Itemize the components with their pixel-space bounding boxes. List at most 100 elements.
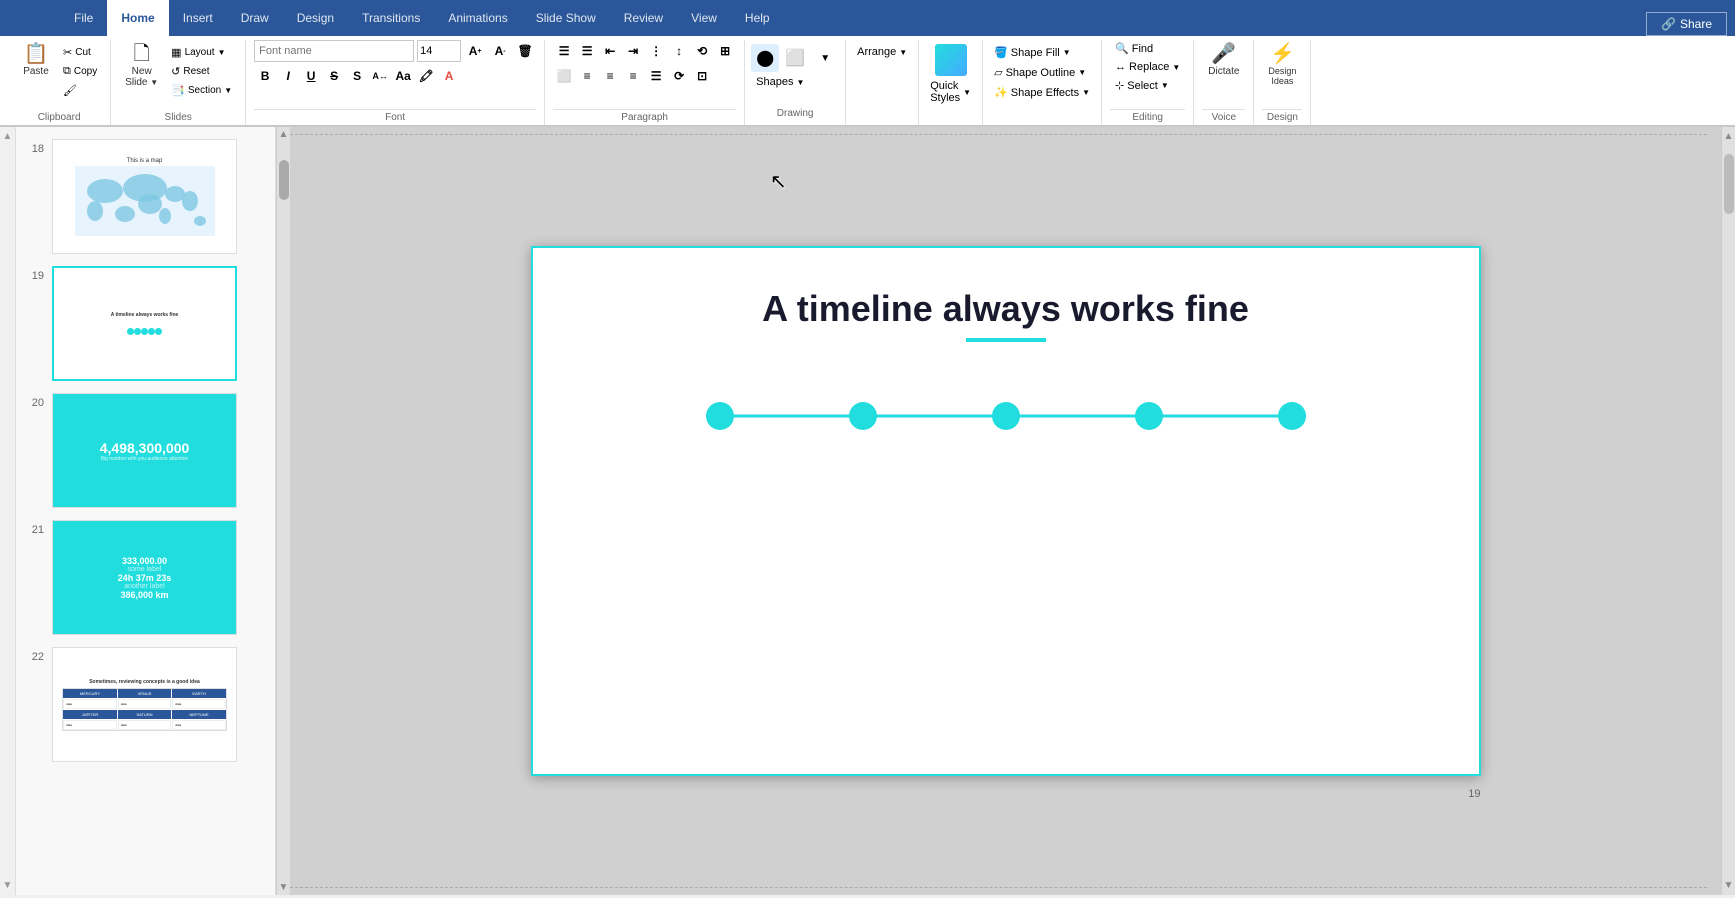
font-group: A+ A- 🗑 B I U S S A↔ Aa 🖍 A Font (246, 40, 545, 125)
layout-button[interactable]: ▦ Layout ▼ (166, 44, 237, 61)
share-button[interactable]: 🔗 Share (1646, 12, 1727, 36)
slide-thumb-19[interactable]: 19 A timeline always works fine (20, 262, 271, 385)
shape-effects-button[interactable]: ✨ Shape Effects ▼ (989, 84, 1095, 101)
underline-button[interactable]: U (300, 65, 322, 87)
font-color-button[interactable]: A (438, 65, 460, 87)
tab-insert[interactable]: Insert (169, 0, 227, 36)
char-spacing-button[interactable]: A↔ (369, 65, 391, 87)
dictate-button[interactable]: 🎤 Dictate (1202, 40, 1245, 81)
select-button[interactable]: ⊹ Select ▼ (1110, 77, 1174, 94)
effects-icon: ✨ (994, 86, 1008, 99)
slide-thumbnail-18[interactable]: This is a map (52, 139, 237, 254)
smart-art-button[interactable]: ⊞ (714, 40, 736, 62)
tab-animations[interactable]: Animations (434, 0, 521, 36)
main-slide[interactable]: A timeline always works fine (531, 246, 1481, 776)
tab-help[interactable]: Help (731, 0, 784, 36)
slide-20-subtitle: Big number with you audience attention (101, 456, 189, 462)
quick-styles-button[interactable]: QuickStyles ▼ (925, 78, 976, 106)
sidebar-scrollbar[interactable]: ▲ ▼ (276, 127, 290, 895)
shapes-button[interactable]: Shapes ▼ (751, 74, 839, 90)
slide-title: A timeline always works fine (593, 288, 1419, 330)
slide-thumbnail-22[interactable]: Sometimes, reviewing concepts is a good … (52, 647, 237, 762)
tab-home[interactable]: Home (107, 0, 168, 36)
section-button[interactable]: 📑 Section ▼ (166, 82, 237, 99)
canvas-scroll-up[interactable]: ▲ (1722, 129, 1735, 144)
bullets-button[interactable]: ☰ (553, 40, 575, 62)
slides-group: 🗋 NewSlide ▼ ▦ Layout ▼ ↺ Reset 📑 (111, 40, 246, 125)
arrange-button[interactable]: Arrange ▼ (852, 44, 912, 60)
table-header-6: NEPTUNE (172, 710, 226, 719)
justify-button[interactable]: ≡ (622, 65, 644, 87)
font-name-input[interactable] (254, 40, 414, 62)
align-right-button[interactable]: ≡ (599, 65, 621, 87)
table-header-3: EARTH (172, 689, 226, 698)
copy-button[interactable]: ⧉ Copy (58, 63, 102, 80)
font-size-input[interactable] (417, 40, 461, 62)
slide-thumbnail-20[interactable]: 4,498,300,000 Big number with you audien… (52, 393, 237, 508)
slide-thumbnail-21[interactable]: 333,000.00 some label 24h 37m 23s anothe… (52, 520, 237, 635)
canvas-scroll-down[interactable]: ▼ (1722, 878, 1735, 893)
shapes-more[interactable]: ▼ (811, 44, 839, 72)
sidebar-scroll-up[interactable]: ▲ (3, 131, 13, 142)
align-left-button[interactable]: ⬜ (553, 65, 575, 87)
add-remove-columns-button[interactable]: ☰ (645, 65, 667, 87)
rectangle-shape[interactable]: ⬜ (781, 44, 809, 72)
tab-view[interactable]: View (677, 0, 731, 36)
shadow-button[interactable]: S (346, 65, 368, 87)
slide-thumb-18[interactable]: 18 This is a map (20, 135, 271, 258)
decrease-indent-button[interactable]: ⇤ (599, 40, 621, 62)
tab-slideshow[interactable]: Slide Show (522, 0, 610, 36)
timeline-dot-5 (1278, 402, 1306, 430)
font-case-button[interactable]: Aa (392, 65, 414, 87)
tab-draw[interactable]: Draw (227, 0, 283, 36)
slide-thumb-20[interactable]: 20 4,498,300,000 Big number with you aud… (20, 389, 271, 512)
tab-design[interactable]: Design (283, 0, 348, 36)
new-slide-button[interactable]: 🗋 NewSlide ▼ (119, 40, 164, 92)
slide-number-21: 21 (24, 520, 44, 536)
slide-21-line1: 333,000.00 (122, 556, 167, 566)
canvas-scroll-thumb[interactable] (1724, 154, 1734, 214)
slide-21-sublabel2: another label (124, 583, 164, 590)
text-direction-button[interactable]: ⟲ (691, 40, 713, 62)
replace-button[interactable]: ↔ Replace ▼ (1110, 59, 1185, 75)
design-ideas-button[interactable]: ⚡ DesignIdeas (1262, 40, 1302, 90)
cut-button[interactable]: ✂ Cut (58, 44, 102, 61)
shape-fill-button[interactable]: 🪣 Shape Fill ▼ (989, 44, 1095, 61)
find-button[interactable]: 🔍 Find (1110, 40, 1158, 57)
table-header-2: VENUS (118, 689, 172, 698)
reset-button[interactable]: ↺ Reset (166, 63, 237, 80)
paragraph-group: ☰ ☰ ⇤ ⇥ ⋮ ↕ ⟲ ⊞ ⬜ ≡ ≡ ≡ ☰ ⟳ ⊡ (545, 40, 745, 125)
grow-font-button[interactable]: A+ (464, 40, 486, 62)
sidebar-scroll-thumb[interactable] (279, 160, 289, 200)
quick-styles-preview (935, 44, 967, 76)
columns-button[interactable]: ⋮ (645, 40, 667, 62)
shrink-font-button[interactable]: A- (489, 40, 511, 62)
bold-button[interactable]: B (254, 65, 276, 87)
numbered-button[interactable]: ☰ (576, 40, 598, 62)
clear-format-button[interactable]: 🗑 (514, 40, 536, 62)
text-direction2-button[interactable]: ⟳ (668, 65, 690, 87)
slide-thumbnail-19[interactable]: A timeline always works fine (52, 266, 237, 381)
slide-thumb-21[interactable]: 21 333,000.00 some label 24h 37m 23s ano… (20, 516, 271, 639)
strikethrough-button[interactable]: S (323, 65, 345, 87)
oval-shape[interactable]: ⬤ (751, 44, 779, 72)
tab-file[interactable]: File (60, 0, 107, 36)
increase-indent-button[interactable]: ⇥ (622, 40, 644, 62)
italic-button[interactable]: I (277, 65, 299, 87)
cursor (770, 169, 786, 185)
design-ideas-label: Design (1262, 109, 1302, 125)
line-spacing-button[interactable]: ↕ (668, 40, 690, 62)
format-painter-button[interactable]: 🖌 (58, 82, 102, 99)
highlight-button[interactable]: 🖍 (415, 65, 437, 87)
sidebar-scroll-down[interactable]: ▼ (3, 880, 13, 891)
align-text-button[interactable]: ⊡ (691, 65, 713, 87)
tab-transitions[interactable]: Transitions (348, 0, 434, 36)
slides-label: Slides (119, 110, 237, 125)
paste-button[interactable]: 📋 Paste (16, 40, 56, 81)
shape-outline-button[interactable]: ▱ Shape Outline ▼ (989, 64, 1095, 81)
slide-thumb-22[interactable]: 22 Sometimes, reviewing concepts is a go… (20, 643, 271, 766)
tab-review[interactable]: Review (610, 0, 677, 36)
canvas-scrollbar[interactable]: ▲ ▼ (1721, 127, 1735, 895)
align-center-button[interactable]: ≡ (576, 65, 598, 87)
slide-21-line3: 386,000 km (120, 590, 168, 600)
